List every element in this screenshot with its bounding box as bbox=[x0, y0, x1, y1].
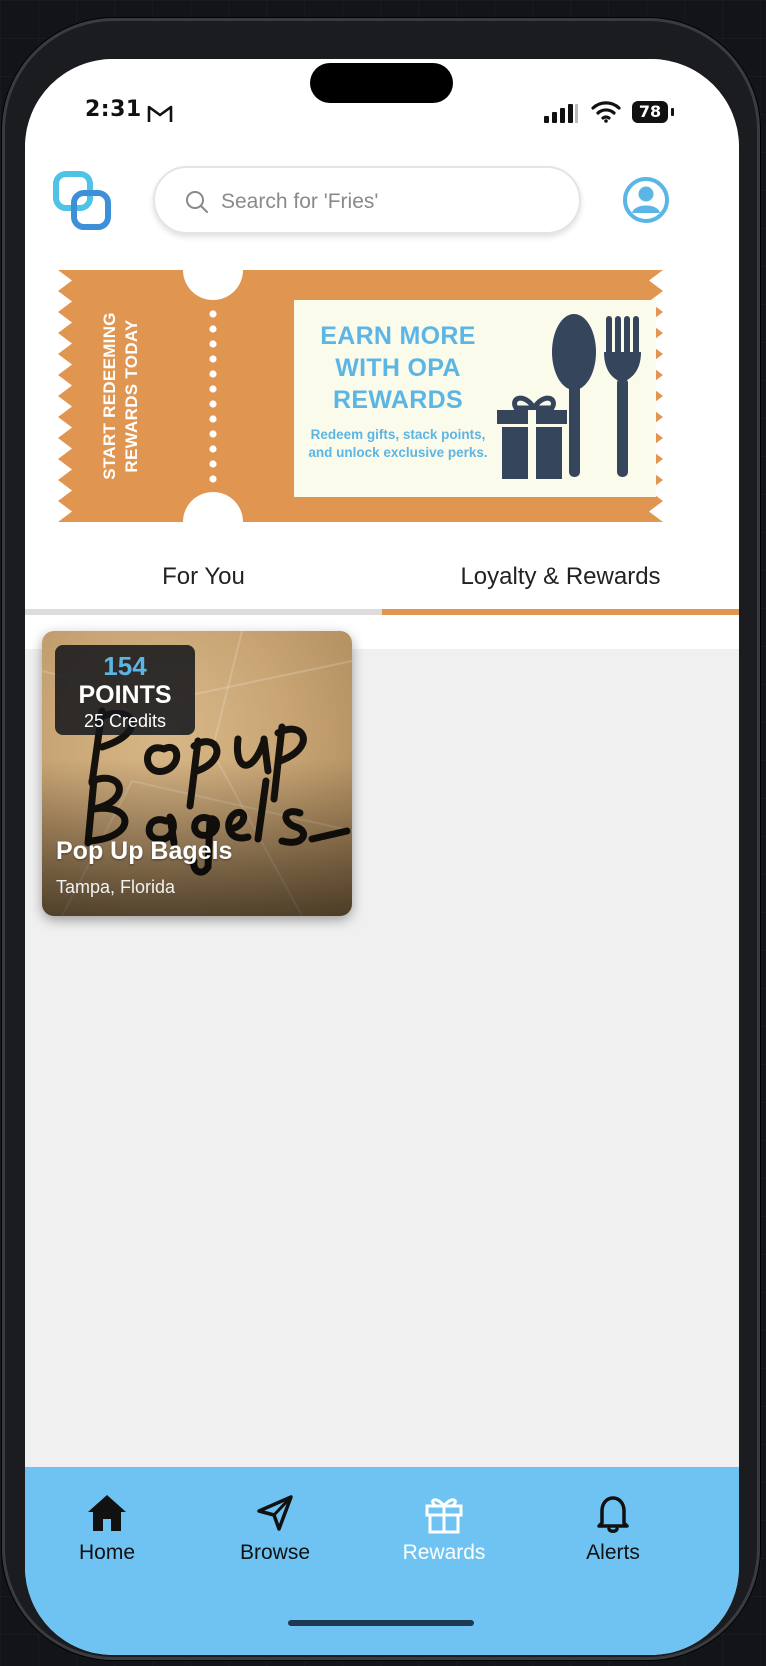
banner-side-text: START REDEEMING REWARDS TODAY bbox=[100, 312, 141, 480]
nav-browse[interactable]: Browse bbox=[195, 1491, 355, 1581]
perforation-dot bbox=[209, 445, 217, 453]
perforation-dot bbox=[209, 460, 217, 468]
points-badge: 154 POINTS 25 Credits bbox=[55, 645, 195, 735]
gmail-icon bbox=[147, 105, 173, 122]
tab-loyalty-rewards[interactable]: Loyalty & Rewards bbox=[382, 549, 739, 605]
gift-spoon-fork-icon bbox=[497, 314, 641, 479]
perforation-dot bbox=[209, 385, 217, 393]
header-area: 2:31 78 Search for 'Fries' START REDEEMI… bbox=[25, 59, 739, 649]
store-location: Tampa, Florida bbox=[56, 877, 176, 897]
phone-frame: 2:31 78 Search for 'Fries' START REDEEMI… bbox=[2, 18, 760, 1660]
perforation-dot bbox=[209, 355, 217, 363]
rewards-card[interactable]: 154 POINTS 25 Credits Pop Up Bagels Tamp… bbox=[42, 631, 352, 916]
cellular-signal-icon bbox=[544, 104, 578, 123]
app-logo-icon[interactable] bbox=[53, 171, 113, 233]
banner-card: EARN MORE WITH OPA REWARDS Redeem gifts,… bbox=[294, 300, 656, 497]
bell-icon bbox=[597, 1496, 629, 1533]
perforation-dot bbox=[209, 415, 217, 423]
search-input[interactable] bbox=[219, 182, 563, 222]
credits-label: 25 Credits bbox=[83, 711, 167, 731]
battery-indicator: 78 bbox=[632, 101, 668, 123]
search-bar[interactable] bbox=[153, 166, 581, 234]
points-value: 154 bbox=[103, 651, 147, 681]
nav-alerts-label: Alerts bbox=[586, 1541, 640, 1564]
search-icon bbox=[186, 191, 208, 213]
profile-avatar-icon[interactable] bbox=[623, 177, 669, 223]
perforation-dot bbox=[209, 310, 217, 318]
send-icon bbox=[257, 1495, 293, 1531]
perforation-dot bbox=[209, 325, 217, 333]
nav-rewards-label: Rewards bbox=[402, 1541, 486, 1564]
nav-alerts[interactable]: Alerts bbox=[533, 1491, 693, 1581]
perforation-dot bbox=[209, 430, 217, 438]
home-icon bbox=[88, 1495, 126, 1531]
wifi-icon bbox=[591, 101, 621, 123]
perforation-dot bbox=[209, 475, 217, 483]
banner-subtitle: Redeem gifts, stack points, and unlock e… bbox=[308, 427, 488, 460]
home-indicator bbox=[288, 1620, 474, 1626]
app-screen: 2:31 78 Search for 'Fries' START REDEEMI… bbox=[25, 59, 739, 1655]
banner-title: EARN MORE WITH OPA REWARDS bbox=[320, 322, 476, 414]
tab-for-you[interactable]: For You bbox=[25, 549, 382, 605]
tab-underline-inactive bbox=[25, 609, 382, 615]
perforation-dot bbox=[209, 400, 217, 408]
nav-home-label: Home bbox=[78, 1541, 136, 1564]
store-name: Pop Up Bagels bbox=[56, 837, 233, 865]
rewards-promo-banner[interactable]: START REDEEMING REWARDS TODAY EARN MORE … bbox=[58, 270, 663, 522]
perforation-dot bbox=[209, 370, 217, 378]
tab-bar: For You Loyalty & Rewards bbox=[25, 549, 739, 615]
nav-browse-label: Browse bbox=[239, 1541, 311, 1564]
dynamic-island bbox=[310, 63, 453, 103]
points-label: POINTS bbox=[78, 681, 172, 709]
status-time: 2:31 bbox=[85, 97, 142, 122]
nav-rewards[interactable]: Rewards bbox=[364, 1491, 524, 1581]
gift-icon bbox=[425, 1498, 463, 1534]
battery-cap bbox=[671, 108, 674, 116]
perforation-dot bbox=[209, 340, 217, 348]
tab-underline-active bbox=[382, 609, 739, 615]
nav-home[interactable]: Home bbox=[27, 1491, 187, 1581]
bottom-navigation: Home Browse Rewards Alerts bbox=[25, 1467, 739, 1655]
